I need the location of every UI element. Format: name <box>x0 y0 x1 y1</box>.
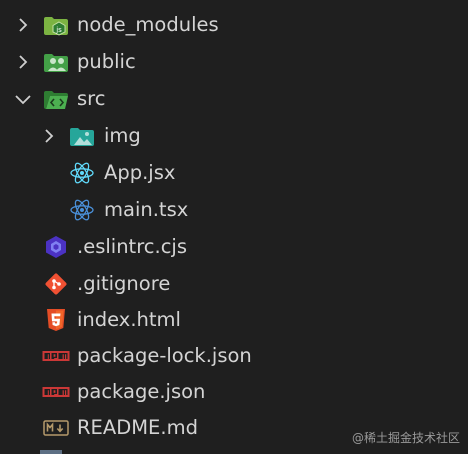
public-folder-icon <box>42 43 70 80</box>
tree-item-label: README.md <box>77 416 198 439</box>
node-modules-folder-icon: js <box>42 6 70 43</box>
tree-item-gitignore[interactable]: .gitignore <box>0 265 468 302</box>
markdown-icon <box>42 409 70 446</box>
tree-item-index-html[interactable]: index.html <box>0 301 468 338</box>
npm-icon <box>42 337 70 374</box>
chevron-right-icon[interactable] <box>12 43 34 80</box>
react-tsx-icon <box>68 191 96 228</box>
chevron-down-icon[interactable] <box>12 80 34 117</box>
tree-item-label: package-lock.json <box>77 344 252 367</box>
tree-item-main-tsx[interactable]: main.tsx <box>0 191 468 228</box>
watermark: @稀土掘金技术社区 <box>351 431 460 445</box>
tree-item-label: main.tsx <box>104 198 189 221</box>
tree-item-eslintrc[interactable]: .eslintrc.cjs <box>0 228 468 265</box>
tree-item-label: .eslintrc.cjs <box>77 235 188 258</box>
clipped-element-bottom <box>40 450 62 454</box>
tree-item-src[interactable]: src <box>0 80 468 117</box>
tree-item-label: src <box>77 87 106 110</box>
image-folder-icon <box>68 117 96 154</box>
react-jsx-icon <box>68 154 96 191</box>
clipped-element-top <box>340 0 468 4</box>
tree-item-label: node_modules <box>77 13 219 36</box>
tree-item-node-modules[interactable]: js node_modules <box>0 6 468 43</box>
tree-item-img[interactable]: img <box>0 117 468 154</box>
chevron-right-icon[interactable] <box>12 6 34 43</box>
src-folder-icon <box>42 80 70 117</box>
tree-item-label: App.jsx <box>104 161 176 184</box>
eslint-icon <box>42 228 70 265</box>
chevron-right-icon[interactable] <box>38 117 60 154</box>
tree-item-label: index.html <box>77 308 181 331</box>
tree-item-label: package.json <box>77 380 206 403</box>
html5-icon <box>42 301 70 338</box>
svg-text:js: js <box>55 26 62 34</box>
git-icon <box>42 265 70 302</box>
file-explorer-tree: js node_modules public src img App.jsx m… <box>0 0 468 454</box>
tree-item-label: public <box>77 50 136 73</box>
tree-item-package-lock-json[interactable]: package-lock.json <box>0 337 468 374</box>
tree-item-app-jsx[interactable]: App.jsx <box>0 154 468 191</box>
tree-item-label: img <box>104 124 141 147</box>
npm-icon <box>42 373 70 410</box>
tree-item-label: .gitignore <box>77 272 171 295</box>
tree-item-package-json[interactable]: package.json <box>0 373 468 410</box>
tree-item-public[interactable]: public <box>0 43 468 80</box>
